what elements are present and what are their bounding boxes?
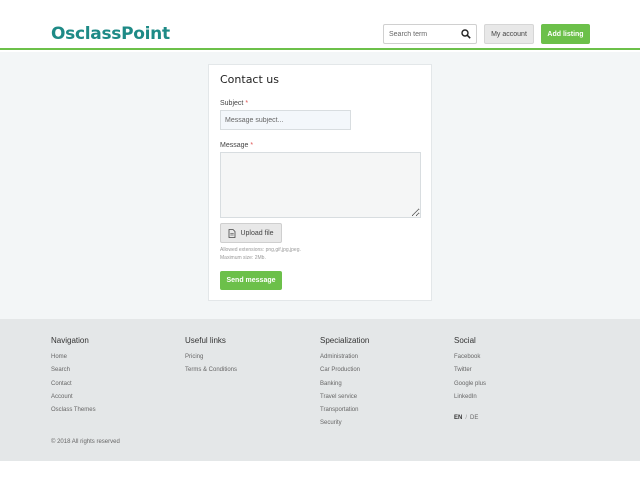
page-title: Contact us: [220, 73, 279, 86]
footer-column-navigation: Navigation Home Search Contact Account O…: [51, 336, 96, 419]
contact-form-card: Contact us Subject * Message * Upload fi…: [208, 64, 432, 301]
footer-link-contact[interactable]: Contact: [51, 380, 96, 393]
footer-column-social: Social Facebook Twitter Google plus Link…: [454, 336, 486, 406]
upload-file-label: Upload file: [240, 229, 274, 237]
footer-column-specialization: Specialization Administration Car Produc…: [320, 336, 369, 433]
main-content: Contact us Subject * Message * Upload fi…: [0, 52, 640, 319]
footer-link-terms[interactable]: Terms & Conditions: [185, 366, 237, 379]
send-message-button[interactable]: Send message: [220, 271, 282, 290]
footer-link-travel-service[interactable]: Travel service: [320, 393, 369, 406]
message-label-text: Message: [220, 142, 249, 149]
language-en[interactable]: EN: [454, 415, 462, 421]
footer-link-google-plus[interactable]: Google plus: [454, 380, 486, 393]
add-listing-button[interactable]: Add listing: [541, 24, 590, 44]
search-icon[interactable]: [461, 29, 471, 39]
subject-label-text: Subject: [220, 100, 244, 107]
site-footer: Navigation Home Search Contact Account O…: [0, 319, 640, 461]
logo-text: OsclassPoint: [51, 24, 170, 44]
subject-input[interactable]: [220, 110, 351, 130]
allowed-extensions-hint: Allowed extensions: png,gif,jpg,jpeg.: [220, 247, 301, 253]
language-de[interactable]: DE: [470, 415, 478, 421]
footer-link-account[interactable]: Account: [51, 393, 96, 406]
footer-column-title: Social: [454, 336, 476, 345]
message-label: Message *: [220, 142, 253, 149]
required-mark: *: [245, 100, 249, 107]
footer-link-linkedin[interactable]: LinkedIn: [454, 393, 486, 406]
search-box[interactable]: [383, 24, 477, 44]
footer-link-pricing[interactable]: Pricing: [185, 353, 237, 366]
footer-column-title: Useful links: [185, 336, 226, 345]
subject-label: Subject *: [220, 100, 248, 107]
logo[interactable]: OsclassPoint: [51, 22, 170, 46]
footer-column-useful-links: Useful links Pricing Terms & Conditions: [185, 336, 237, 380]
required-mark: *: [250, 142, 254, 149]
footer-link-twitter[interactable]: Twitter: [454, 366, 486, 379]
upload-file-button[interactable]: Upload file: [220, 223, 282, 243]
footer-link-transportation[interactable]: Transportation: [320, 406, 369, 419]
language-separator: /: [465, 415, 468, 421]
footer-link-facebook[interactable]: Facebook: [454, 353, 486, 366]
footer-column-title: Specialization: [320, 336, 370, 345]
footer-link-security[interactable]: Security: [320, 419, 369, 432]
copyright: © 2018 All rights reserved: [51, 439, 120, 445]
footer-link-osclass-themes[interactable]: Osclass Themes: [51, 406, 96, 419]
footer-link-banking[interactable]: Banking: [320, 380, 369, 393]
file-icon: [229, 228, 236, 238]
footer-link-car-production[interactable]: Car Production: [320, 366, 369, 379]
my-account-button[interactable]: My account: [484, 24, 534, 44]
footer-column-title: Navigation: [51, 336, 89, 345]
language-switcher: EN / DE: [454, 415, 478, 421]
footer-link-home[interactable]: Home: [51, 353, 96, 366]
search-input[interactable]: [389, 30, 459, 38]
max-size-hint: Maximum size: 2Mb.: [220, 255, 266, 261]
site-header: OsclassPoint My account Add listing: [0, 0, 640, 50]
message-textarea[interactable]: [220, 152, 421, 218]
footer-link-administration[interactable]: Administration: [320, 353, 369, 366]
footer-link-search[interactable]: Search: [51, 366, 96, 379]
page-bottom: [0, 461, 640, 480]
